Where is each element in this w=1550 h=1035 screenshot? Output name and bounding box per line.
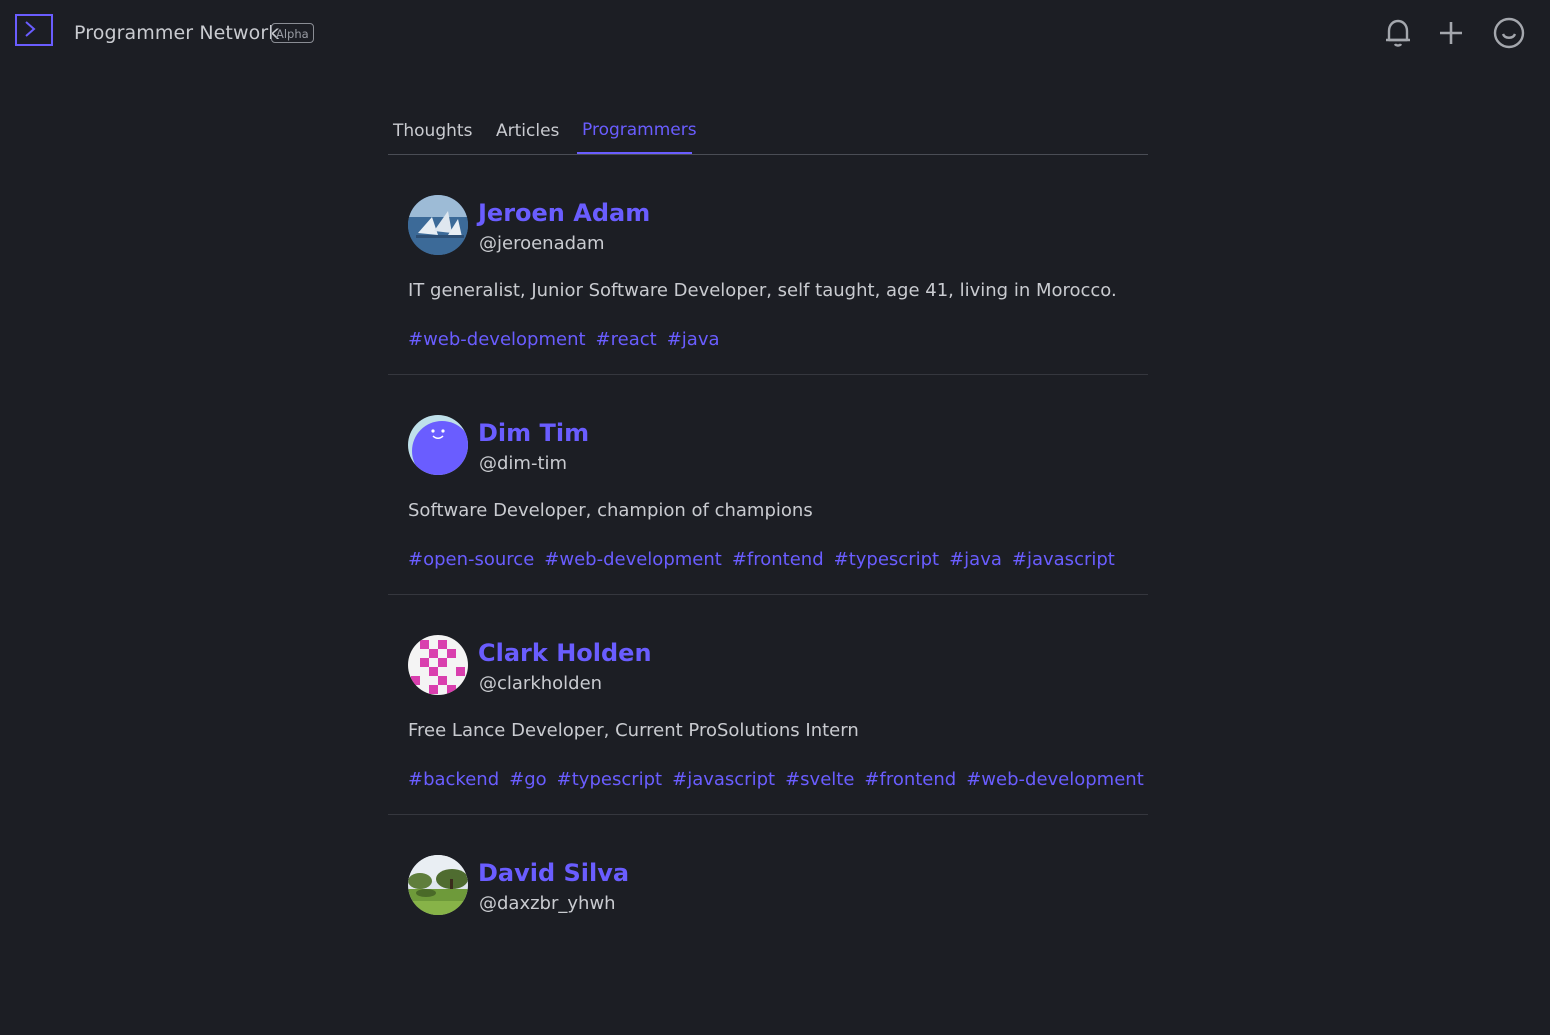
tag-link[interactable]: #java: [949, 549, 1002, 570]
tag-link[interactable]: #typescript: [557, 769, 662, 790]
tag-link[interactable]: #web-development: [544, 549, 722, 570]
programmer-handle: @dim-tim: [479, 453, 568, 474]
tag-link[interactable]: #web-development: [966, 769, 1144, 790]
programmer-bio: Software Developer, champion of champion…: [408, 500, 813, 521]
tag-link[interactable]: #frontend: [732, 549, 824, 570]
avatar[interactable]: [408, 855, 468, 915]
tag-list: #web-development #react #java: [408, 329, 730, 350]
avatar[interactable]: [408, 195, 468, 255]
tag-link[interactable]: #web-development: [408, 329, 586, 350]
programmer-bio: IT generalist, Junior Software Developer…: [408, 280, 1117, 301]
tab-programmers[interactable]: Programmers: [582, 120, 697, 140]
tag-link[interactable]: #open-source: [408, 549, 534, 570]
alpha-badge: Alpha: [271, 23, 314, 43]
programmer-name[interactable]: Jeroen Adam: [478, 199, 650, 227]
programmer-handle: @jeroenadam: [479, 233, 605, 254]
tag-link[interactable]: #backend: [408, 769, 499, 790]
programmer-card: Dim Tim @dim-tim Software Developer, cha…: [388, 375, 1148, 595]
programmer-name[interactable]: Dim Tim: [478, 419, 589, 447]
top-navigation: Programmer Network Alpha: [0, 0, 1550, 68]
avatar[interactable]: [408, 415, 468, 475]
programmer-list: Jeroen Adam @jeroenadam IT generalist, J…: [388, 155, 1148, 1035]
tag-link[interactable]: #svelte: [785, 769, 854, 790]
tag-link[interactable]: #javascript: [672, 769, 775, 790]
plus-icon[interactable]: [1434, 16, 1468, 50]
avatar[interactable]: [408, 635, 468, 695]
active-tab-indicator: [577, 152, 692, 154]
tag-list: #backend #go #typescript #javascript #svelte…: [408, 769, 1154, 790]
programmer-handle: @clarkholden: [479, 673, 603, 694]
programmer-handle: @daxzbr_yhwh: [479, 893, 616, 914]
programmer-card: David Silva @daxzbr_yhwh: [388, 815, 1148, 1035]
smiley-icon[interactable]: [1492, 16, 1526, 50]
tag-list: #open-source #web-development #frontend #ty…: [408, 549, 1125, 570]
content-tabs: Thoughts Articles Programmers: [388, 108, 1148, 155]
programmer-name[interactable]: Clark Holden: [478, 639, 652, 667]
terminal-logo-icon[interactable]: [15, 14, 53, 46]
tab-thoughts[interactable]: Thoughts: [393, 121, 472, 141]
tag-link[interactable]: #go: [509, 769, 547, 790]
brand-name[interactable]: Programmer Network: [74, 22, 279, 44]
programmer-bio: Free Lance Developer, Current ProSolutio…: [408, 720, 859, 741]
tag-link[interactable]: #typescript: [834, 549, 939, 570]
tag-link[interactable]: #javascript: [1012, 549, 1115, 570]
programmer-card: Clark Holden @clarkholden Free Lance Dev…: [388, 595, 1148, 815]
programmer-card: Jeroen Adam @jeroenadam IT generalist, J…: [388, 155, 1148, 375]
programmer-name[interactable]: David Silva: [478, 859, 629, 887]
tab-articles[interactable]: Articles: [496, 121, 559, 141]
tag-link[interactable]: #react: [596, 329, 657, 350]
bell-icon[interactable]: [1381, 16, 1415, 50]
tag-link[interactable]: #frontend: [864, 769, 956, 790]
tag-link[interactable]: #java: [667, 329, 720, 350]
